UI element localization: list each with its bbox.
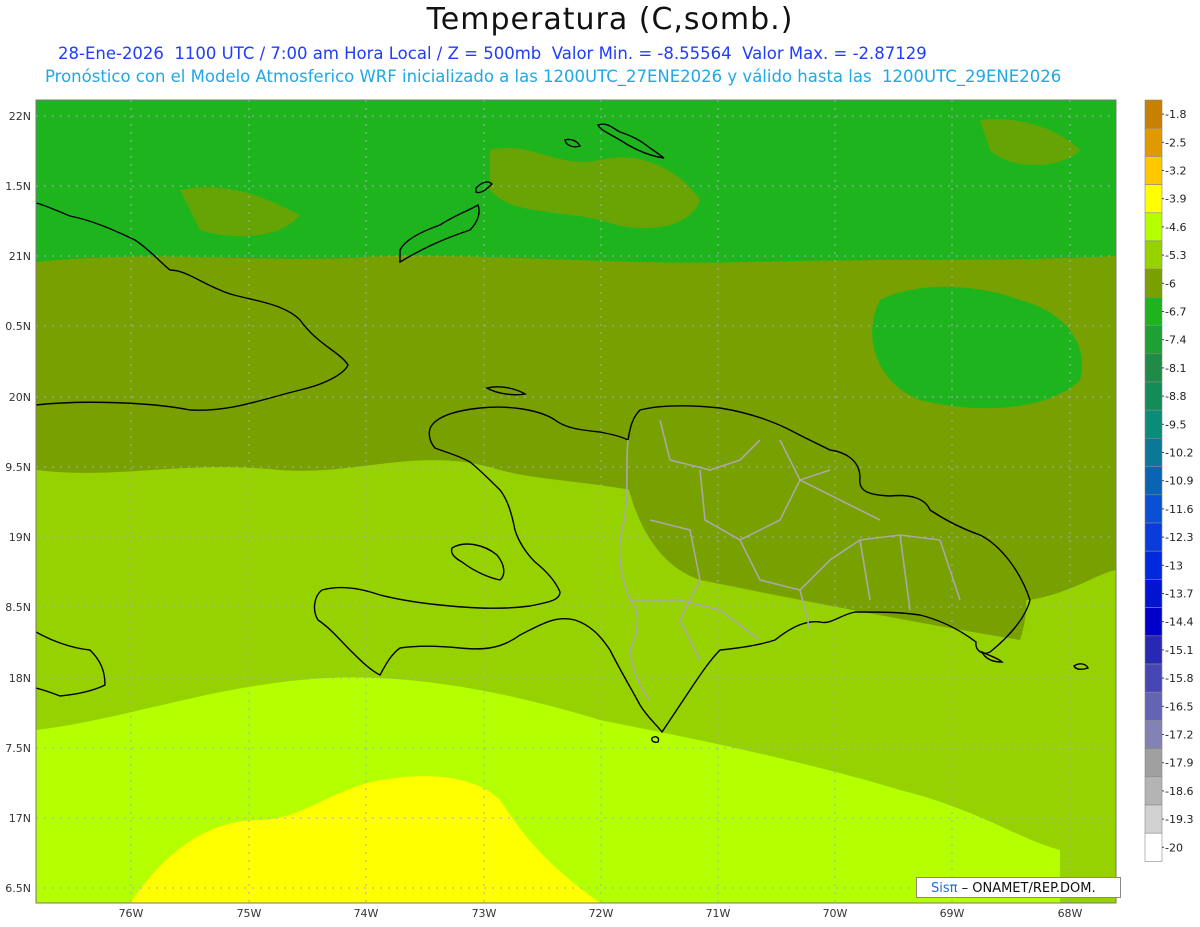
colorbar-swatch	[1144, 325, 1163, 355]
colorbar-swatch	[1144, 776, 1163, 806]
lon-label: 73W	[472, 907, 497, 920]
colorbar-label: -8.8	[1165, 390, 1186, 403]
colorbar-swatch	[1144, 748, 1163, 778]
colorbar-swatch	[1144, 522, 1163, 552]
colorbar-label: -10.2	[1165, 447, 1193, 460]
lat-label: 8.5N	[5, 601, 31, 614]
lon-label: 72W	[589, 907, 614, 920]
colorbar-swatch	[1144, 466, 1163, 496]
lon-label: 70W	[823, 907, 848, 920]
colorbar-swatch	[1144, 494, 1163, 524]
colorbar-swatch	[1144, 720, 1163, 749]
colorbar-swatch	[1144, 663, 1163, 693]
lat-label: 22N	[9, 110, 31, 123]
colorbar-swatch	[1144, 691, 1163, 721]
colorbar-label: -19.3	[1165, 813, 1193, 826]
colorbar-label: -17.2	[1165, 729, 1193, 742]
colorbar-label: -5.3	[1165, 249, 1186, 262]
latitude-axis: 22N 1.5N 21N 0.5N 20N 9.5N 19N 8.5N 18N …	[5, 110, 31, 895]
temperature-field	[36, 100, 1116, 903]
colorbar-label: -9.5	[1165, 418, 1186, 431]
colorbar-swatch	[1144, 353, 1163, 383]
colorbar-swatch	[1144, 579, 1163, 608]
temperature-map: 22N 1.5N 21N 0.5N 20N 9.5N 19N 8.5N 18N …	[5, 99, 1193, 920]
colorbar-label: -4.6	[1165, 221, 1186, 234]
lat-label: 20N	[9, 391, 31, 404]
colorbar-label: -12.3	[1165, 531, 1193, 544]
colorbar-swatch	[1144, 297, 1163, 326]
colorbar-label: -6	[1165, 277, 1176, 290]
colorbar-swatch	[1144, 381, 1163, 411]
colorbar-swatch	[1144, 212, 1163, 242]
lat-label: 17N	[9, 812, 31, 825]
colorbar-swatch	[1144, 607, 1163, 637]
colorbar-label: -15.1	[1165, 644, 1193, 657]
colorbar-swatch	[1144, 804, 1163, 834]
lon-label: 68W	[1058, 907, 1083, 920]
lat-label: 6.5N	[5, 882, 31, 895]
colorbar-label: -13	[1165, 559, 1183, 572]
lat-label: 7.5N	[5, 742, 31, 755]
colorbar-label: -13.7	[1165, 588, 1193, 601]
lat-label: 21N	[9, 250, 31, 263]
colorbar-swatch	[1144, 550, 1163, 580]
colorbar: -1.8 -2.5 -3.2 -3.9 -4.6 -5.3 -6 -6.7 -7.4 -8.1 -8…	[1144, 99, 1193, 862]
colorbar-swatch	[1144, 127, 1163, 157]
colorbar-label: -11.6	[1165, 503, 1193, 516]
lon-label: 71W	[706, 907, 731, 920]
colorbar-swatch	[1144, 409, 1163, 439]
colorbar-swatch	[1144, 438, 1163, 467]
lat-label: 1.5N	[5, 180, 31, 193]
colorbar-label: -3.9	[1165, 193, 1186, 206]
sispi-logo: Sisπ	[931, 881, 958, 896]
colorbar-swatch	[1144, 156, 1163, 185]
lon-label: 74W	[354, 907, 379, 920]
colorbar-swatch	[1144, 832, 1163, 862]
colorbar-label: -14.4	[1165, 616, 1193, 629]
credit-box: Sisπ – ONAMET/REP.DOM.	[916, 877, 1121, 898]
colorbar-swatch	[1144, 184, 1163, 214]
colorbar-swatch	[1144, 240, 1163, 270]
colorbar-label: -7.4	[1165, 334, 1186, 347]
colorbar-label: -10.9	[1165, 475, 1193, 488]
lon-label: 69W	[940, 907, 965, 920]
colorbar-label: -2.5	[1165, 136, 1186, 149]
lat-label: 0.5N	[5, 320, 31, 333]
colorbar-swatch	[1144, 635, 1163, 665]
lat-label: 19N	[9, 531, 31, 544]
colorbar-label: -15.8	[1165, 672, 1193, 685]
lon-label: 76W	[119, 907, 144, 920]
colorbar-swatch	[1144, 268, 1163, 298]
colorbar-label: -16.5	[1165, 700, 1193, 713]
credit-org: – ONAMET/REP.DOM.	[961, 881, 1096, 896]
longitude-axis: 76W 75W 74W 73W 72W 71W 70W 69W 68W	[119, 907, 1083, 920]
colorbar-swatch	[1144, 99, 1163, 129]
lat-label: 9.5N	[5, 461, 31, 474]
colorbar-label: -20	[1165, 841, 1183, 854]
colorbar-label: -8.1	[1165, 362, 1186, 375]
lon-label: 75W	[237, 907, 262, 920]
colorbar-label: -3.2	[1165, 165, 1186, 178]
lat-label: 18N	[9, 672, 31, 685]
colorbar-label: -17.9	[1165, 757, 1193, 770]
colorbar-label: -1.8	[1165, 108, 1186, 121]
colorbar-label: -18.6	[1165, 785, 1193, 798]
colorbar-label: -6.7	[1165, 306, 1186, 319]
